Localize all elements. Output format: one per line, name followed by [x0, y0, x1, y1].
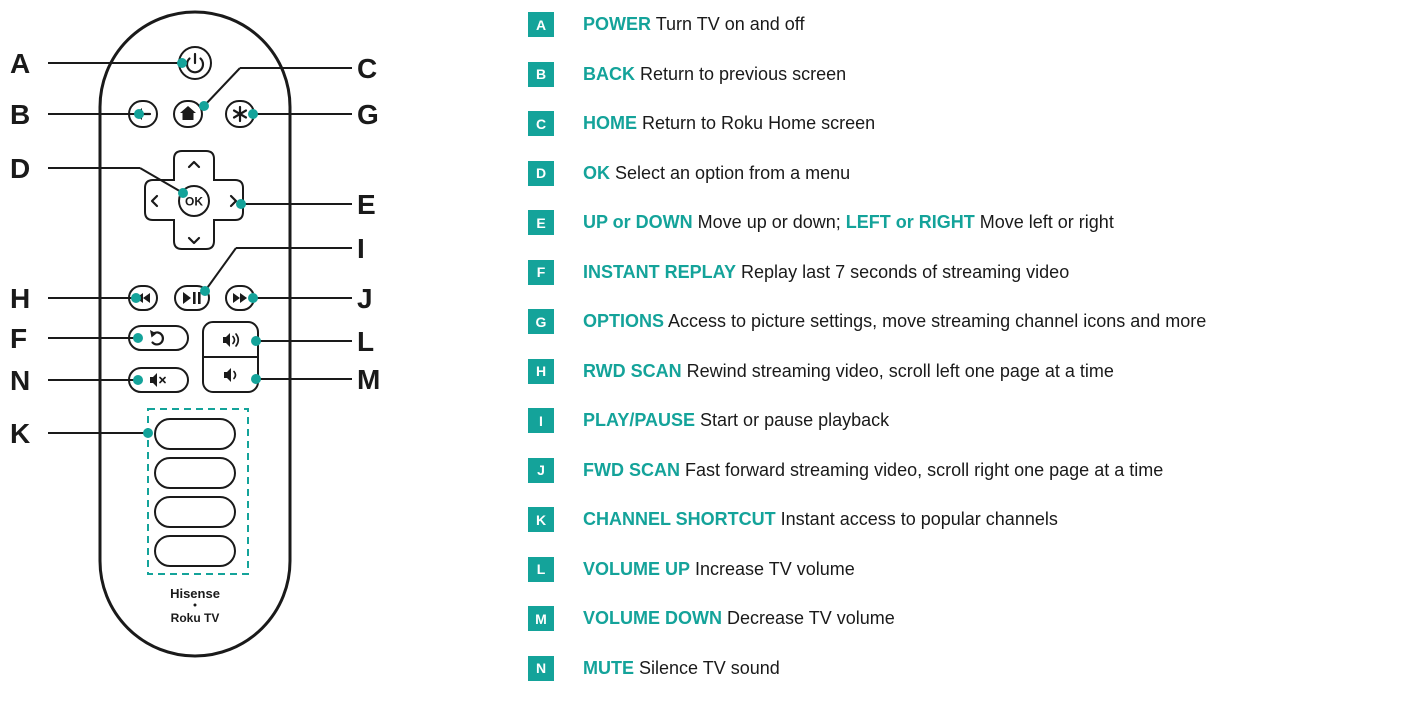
legend-description: OPTIONS Access to picture settings, move… — [583, 309, 1206, 334]
callout-n: N — [10, 365, 30, 396]
legend-button-name: INSTANT REPLAY — [583, 262, 736, 282]
brand-sub-logo: Roku TV — [171, 611, 220, 625]
legend-text-segment: Select an option from a menu — [610, 163, 850, 183]
legend-list: A POWER Turn TV on and off B BACK Return to… — [528, 12, 1413, 705]
legend-letter-badge: F — [528, 260, 554, 285]
legend-button-name: CHANNEL SHORTCUT — [583, 509, 776, 529]
legend-item: N MUTE Silence TV sound — [528, 656, 1413, 705]
legend-text-segment: Move up or down; — [693, 212, 846, 232]
callout-m: M — [357, 364, 380, 395]
callout-f: F — [10, 323, 27, 354]
callout-g: G — [357, 99, 379, 130]
callout-b: B — [10, 99, 30, 130]
legend-letter-badge: A — [528, 12, 554, 37]
brand-separator-dot — [194, 604, 197, 607]
legend-text-segment: Move left or right — [975, 212, 1114, 232]
legend-letter-badge: G — [528, 309, 554, 334]
legend-item: C HOME Return to Roku Home screen — [528, 111, 1413, 161]
shortcut-button[interactable] — [155, 536, 235, 566]
legend-description: OK Select an option from a menu — [583, 161, 850, 186]
callout-i: I — [357, 233, 365, 264]
legend-letter-badge: H — [528, 359, 554, 384]
legend-text-segment: Fast forward streaming video, scroll rig… — [680, 460, 1163, 480]
legend-description: MUTE Silence TV sound — [583, 656, 780, 681]
legend-item: D OK Select an option from a menu — [528, 161, 1413, 211]
legend-item: I PLAY/PAUSE Start or pause playback — [528, 408, 1413, 458]
home-button[interactable] — [174, 101, 202, 127]
shortcut-button[interactable] — [155, 419, 235, 449]
legend-button-name: MUTE — [583, 658, 634, 678]
legend-button-name: RWD SCAN — [583, 361, 682, 381]
legend-text-segment: Decrease TV volume — [722, 608, 895, 628]
shortcut-button[interactable] — [155, 458, 235, 488]
legend-description: FWD SCAN Fast forward streaming video, s… — [583, 458, 1163, 483]
legend-description: VOLUME UP Increase TV volume — [583, 557, 855, 582]
legend-letter-badge: I — [528, 408, 554, 433]
legend-letter-badge: L — [528, 557, 554, 582]
legend-item: M VOLUME DOWN Decrease TV volume — [528, 606, 1413, 656]
shortcut-button[interactable] — [155, 497, 235, 527]
legend-letter-badge: K — [528, 507, 554, 532]
legend-item: A POWER Turn TV on and off — [528, 12, 1413, 62]
legend-description: CHANNEL SHORTCUT Instant access to popul… — [583, 507, 1058, 532]
legend-text-segment: Turn TV on and off — [651, 14, 804, 34]
legend-letter-badge: B — [528, 62, 554, 87]
legend-button-name: POWER — [583, 14, 651, 34]
legend-button-name: LEFT or RIGHT — [846, 212, 975, 232]
legend-description: PLAY/PAUSE Start or pause playback — [583, 408, 889, 433]
legend-item: B BACK Return to previous screen — [528, 62, 1413, 112]
callout-j: J — [357, 283, 373, 314]
legend-item: G OPTIONS Access to picture settings, mov… — [528, 309, 1413, 359]
callout-c: C — [357, 53, 377, 84]
ok-label: OK — [185, 195, 203, 209]
legend-text-segment: Increase TV volume — [690, 559, 855, 579]
legend-description: VOLUME DOWN Decrease TV volume — [583, 606, 895, 631]
legend-text-segment: Rewind streaming video, scroll left one … — [682, 361, 1114, 381]
legend-button-name: OK — [583, 163, 610, 183]
legend-item: L VOLUME UP Increase TV volume — [528, 557, 1413, 607]
volume-rocker[interactable] — [203, 322, 258, 392]
legend-item: H RWD SCAN Rewind streaming video, scroll… — [528, 359, 1413, 409]
legend-text-segment: Access to picture settings, move streami… — [664, 311, 1206, 331]
brand-logo: Hisense — [170, 586, 220, 601]
legend-letter-badge: N — [528, 656, 554, 681]
legend-letter-badge: J — [528, 458, 554, 483]
legend-letter-badge: E — [528, 210, 554, 235]
legend-description: INSTANT REPLAY Replay last 7 seconds of … — [583, 260, 1069, 285]
callout-d: D — [10, 153, 30, 184]
callout-e: E — [357, 189, 376, 220]
legend-text-segment: Instant access to popular channels — [776, 509, 1058, 529]
callout-l: L — [357, 326, 374, 357]
legend-button-name: BACK — [583, 64, 635, 84]
legend-description: BACK Return to previous screen — [583, 62, 846, 87]
legend-letter-badge: M — [528, 606, 554, 631]
callout-h: H — [10, 283, 30, 314]
legend-description: POWER Turn TV on and off — [583, 12, 804, 37]
legend-text-segment: Replay last 7 seconds of streaming video — [736, 262, 1069, 282]
legend-text-segment: Silence TV sound — [634, 658, 780, 678]
legend-description: UP or DOWN Move up or down; LEFT or RIGH… — [583, 210, 1114, 235]
legend-text-segment: Return to Roku Home screen — [637, 113, 875, 133]
callout-a: A — [10, 48, 30, 79]
callout-k: K — [10, 418, 30, 449]
legend-button-name: HOME — [583, 113, 637, 133]
legend-button-name: UP or DOWN — [583, 212, 693, 232]
legend-button-name: VOLUME DOWN — [583, 608, 722, 628]
legend-button-name: OPTIONS — [583, 311, 664, 331]
legend-text-segment: Return to previous screen — [635, 64, 846, 84]
legend-item: F INSTANT REPLAY Replay last 7 seconds of… — [528, 260, 1413, 310]
legend-description: HOME Return to Roku Home screen — [583, 111, 875, 136]
legend-text-segment: Start or pause playback — [695, 410, 889, 430]
legend-button-name: VOLUME UP — [583, 559, 690, 579]
legend-letter-badge: D — [528, 161, 554, 186]
legend-button-name: FWD SCAN — [583, 460, 680, 480]
remote-diagram: OK — [0, 0, 520, 684]
legend-button-name: PLAY/PAUSE — [583, 410, 695, 430]
legend-description: RWD SCAN Rewind streaming video, scroll … — [583, 359, 1114, 384]
legend-item: K CHANNEL SHORTCUT Instant access to popu… — [528, 507, 1413, 557]
legend-item: E UP or DOWN Move up or down; LEFT or RIG… — [528, 210, 1413, 260]
legend-letter-badge: C — [528, 111, 554, 136]
legend-item: J FWD SCAN Fast forward streaming video, … — [528, 458, 1413, 508]
